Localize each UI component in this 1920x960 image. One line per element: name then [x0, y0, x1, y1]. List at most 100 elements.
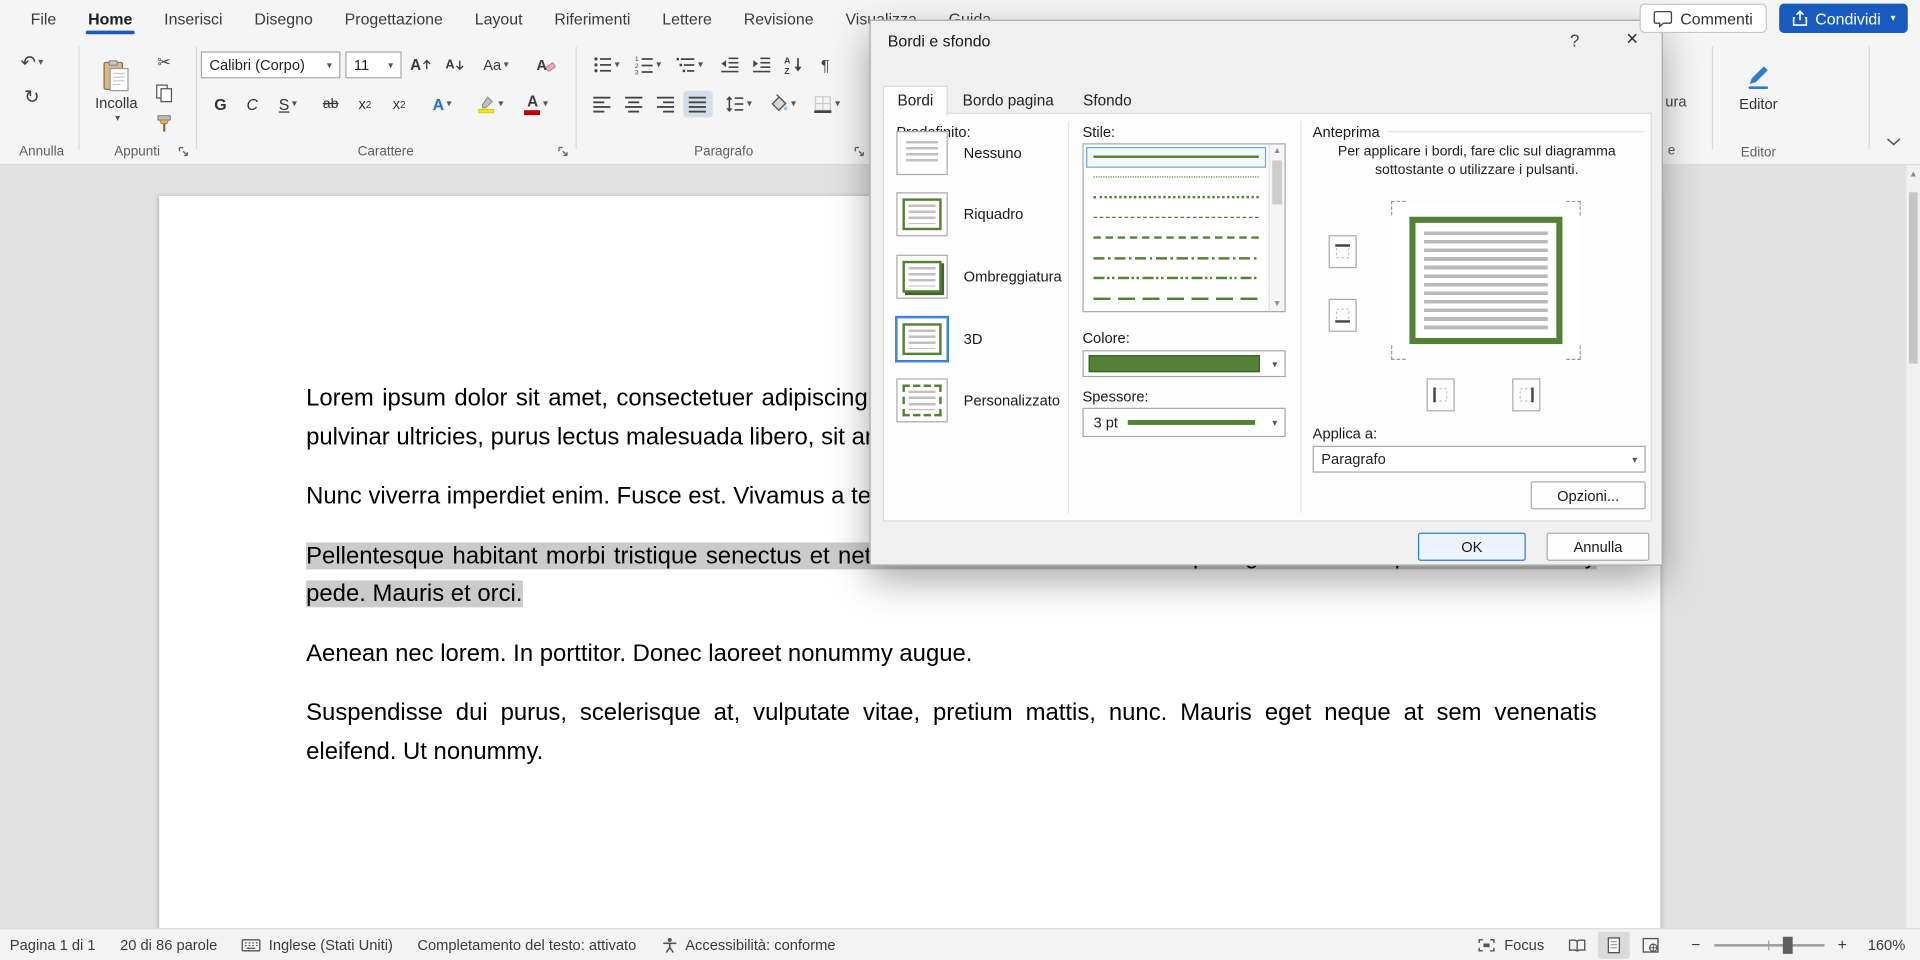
font-name-select[interactable]: Calibri (Corpo)▾	[201, 51, 341, 78]
dialog-help-button[interactable]: ?	[1564, 31, 1586, 51]
style-item-dash-dot-dot[interactable]	[1086, 268, 1266, 288]
clipboard-dialog-launcher[interactable]	[178, 146, 190, 158]
editor-button[interactable]: Editor	[1724, 39, 1793, 135]
style-item-dashed[interactable]	[1086, 228, 1266, 248]
border-color-select[interactable]: ▾	[1082, 350, 1285, 377]
subscript-button[interactable]: x2	[350, 91, 379, 118]
style-item-dash-dot[interactable]	[1086, 248, 1266, 268]
zoom-slider-thumb[interactable]	[1782, 936, 1792, 953]
shrink-font-button[interactable]: A	[441, 51, 470, 78]
share-button[interactable]: Condividi ▾	[1779, 4, 1908, 33]
preset-personalizzato[interactable]: Personalizzato	[896, 378, 1060, 422]
word-count[interactable]: 20 di 86 parole	[108, 936, 230, 953]
style-list-scrollbar[interactable]: ▲ ▼	[1269, 144, 1285, 311]
zoom-slider[interactable]	[1714, 943, 1824, 945]
copy-button[interactable]	[149, 80, 178, 107]
format-painter-button[interactable]	[149, 110, 178, 137]
preset-nessuno[interactable]: Nessuno	[896, 131, 1021, 175]
preset-riquadro[interactable]: Riquadro	[896, 192, 1023, 236]
tab-layout[interactable]: Layout	[459, 0, 539, 37]
options-button[interactable]: Opzioni...	[1531, 481, 1646, 509]
tab-file[interactable]: File	[15, 0, 72, 37]
ok-button[interactable]: OK	[1418, 533, 1526, 561]
bottom-border-toggle-button[interactable]	[1329, 299, 1357, 332]
right-border-toggle-button[interactable]	[1512, 378, 1540, 411]
accessibility-status[interactable]: Accessibilità: conforme	[649, 936, 848, 953]
italic-button[interactable]: C	[238, 91, 267, 118]
language-indicator[interactable]: Inglese (Stati Uniti)	[230, 936, 406, 953]
change-case-button[interactable]: Aa▾	[478, 51, 515, 78]
collapse-ribbon-chevron[interactable]	[1886, 137, 1902, 147]
scroll-down-arrow[interactable]: ▼	[1270, 300, 1285, 309]
text-effects-button[interactable]: A▾	[424, 91, 461, 118]
bullet-list-button[interactable]: ▾	[588, 51, 625, 78]
page-indicator[interactable]: Pagina 1 di 1	[0, 936, 108, 953]
cancel-button[interactable]: Annulla	[1547, 533, 1650, 561]
font-dialog-launcher[interactable]	[557, 146, 569, 158]
zoom-in-button[interactable]: +	[1835, 936, 1849, 954]
font-color-button[interactable]: A▾	[517, 91, 556, 118]
paragraph[interactable]: Suspendisse dui purus, scelerisque at, v…	[306, 694, 1597, 771]
grow-font-button[interactable]: A	[407, 51, 436, 78]
zoom-out-button[interactable]: −	[1689, 936, 1703, 954]
paragraph[interactable]: Aenean nec lorem. In porttitor. Donec la…	[306, 635, 1597, 674]
focus-toggle[interactable]: Focus	[1465, 936, 1556, 953]
left-border-toggle-button[interactable]	[1427, 378, 1455, 411]
vertical-scrollbar[interactable]: ▲	[1905, 165, 1920, 928]
align-right-button[interactable]	[651, 91, 680, 118]
line-spacing-button[interactable]: ▾	[720, 91, 757, 118]
tab-progettazione[interactable]: Progettazione	[329, 0, 459, 37]
preset-3d-selected[interactable]: 3D	[896, 317, 982, 361]
preset-ombreggiatura[interactable]: Ombreggiatura	[896, 255, 1061, 299]
dictation-button-partial[interactable]: ura	[1665, 93, 1686, 110]
style-item-dashed-fine[interactable]	[1086, 208, 1266, 228]
paragraph-dialog-launcher[interactable]	[853, 146, 865, 158]
border-preview-diagram[interactable]	[1392, 202, 1579, 359]
numbered-list-button[interactable]: 123▾	[629, 51, 666, 78]
underline-button[interactable]: S▾	[269, 91, 306, 118]
show-paragraph-marks-button[interactable]: ¶	[811, 51, 840, 78]
style-item-dotted[interactable]	[1086, 187, 1266, 207]
borders-button[interactable]: ▾	[808, 91, 845, 118]
sort-button[interactable]: AZ	[779, 51, 808, 78]
superscript-button[interactable]: x2	[384, 91, 413, 118]
apply-to-select[interactable]: Paragrafo ▾	[1313, 446, 1646, 473]
style-item-solid-selected[interactable]	[1086, 147, 1266, 167]
dialog-tab-bordi[interactable]: Bordi	[883, 86, 948, 117]
increase-indent-button[interactable]	[747, 51, 776, 78]
tab-lettere[interactable]: Lettere	[646, 0, 727, 37]
strikethrough-button[interactable]: ab	[316, 91, 345, 118]
comments-button[interactable]: Commenti	[1640, 4, 1766, 33]
font-size-select[interactable]: 11▾	[345, 51, 401, 78]
border-style-list[interactable]: ▲ ▼	[1082, 143, 1285, 312]
align-left-button[interactable]	[588, 91, 617, 118]
cut-button[interactable]: ✂	[149, 49, 178, 76]
scroll-up-arrow[interactable]: ▲	[1907, 170, 1920, 179]
read-mode-button[interactable]	[1561, 931, 1593, 958]
text-completion-status[interactable]: Completamento del testo: attivato	[405, 936, 648, 953]
text-highlight-button[interactable]: ▾	[470, 91, 509, 118]
justify-button[interactable]	[683, 91, 712, 118]
scrollbar-thumb[interactable]	[1909, 192, 1918, 363]
redo-button[interactable]: ↻	[17, 83, 46, 110]
tab-home[interactable]: Home	[72, 0, 148, 37]
tab-inserisci[interactable]: Inserisci	[148, 0, 238, 37]
align-center-button[interactable]	[620, 91, 649, 118]
dialog-tab-bordo-pagina[interactable]: Bordo pagina	[948, 86, 1068, 115]
top-border-toggle-button[interactable]	[1329, 235, 1357, 268]
shading-button[interactable]: ▾	[764, 91, 801, 118]
undo-button[interactable]: ↶▾	[17, 49, 46, 76]
scrollbar-thumb[interactable]	[1272, 160, 1282, 204]
print-layout-button[interactable]	[1598, 931, 1630, 958]
web-layout-button[interactable]	[1635, 931, 1667, 958]
zoom-level[interactable]: 160%	[1868, 936, 1906, 953]
paste-button[interactable]: Incolla ▾	[88, 44, 144, 140]
dialog-tab-sfondo[interactable]: Sfondo	[1068, 86, 1146, 115]
multilevel-list-button[interactable]: ▾	[671, 51, 708, 78]
decrease-indent-button[interactable]	[715, 51, 744, 78]
border-width-select[interactable]: 3 pt ▾	[1082, 408, 1285, 437]
tab-riferimenti[interactable]: Riferimenti	[538, 0, 646, 37]
clear-formatting-button[interactable]: A	[531, 51, 560, 78]
bold-button[interactable]: G	[206, 91, 235, 118]
tab-disegno[interactable]: Disegno	[238, 0, 328, 37]
